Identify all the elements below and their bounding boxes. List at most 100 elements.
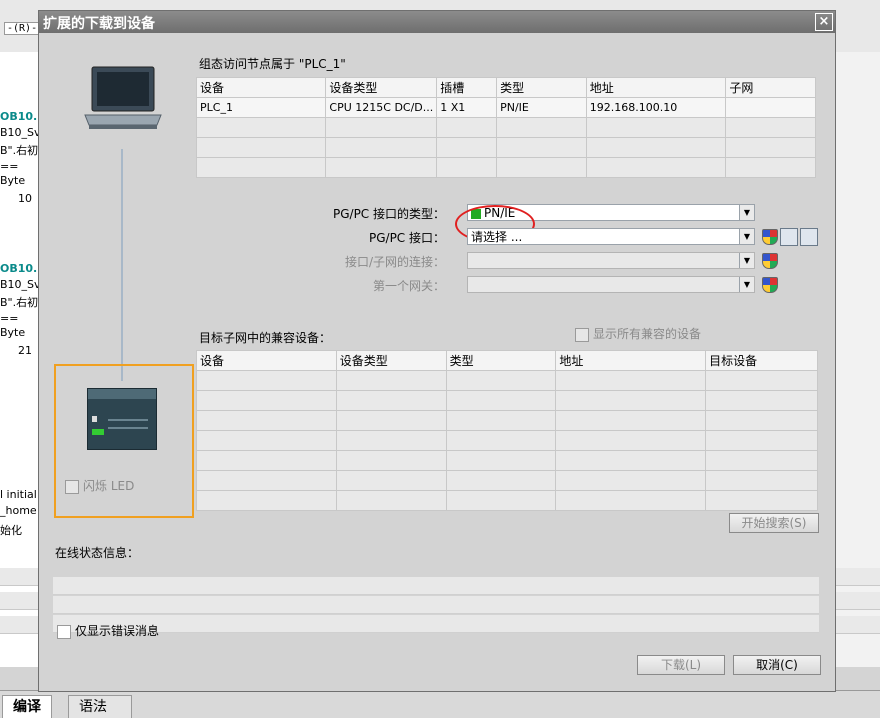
gateway-select[interactable]: ▼ [467,276,755,293]
chevron-down-icon: ▼ [739,229,754,244]
table-cell [335,430,447,451]
table-cell [445,470,557,491]
table-row[interactable] [196,470,818,491]
column-header[interactable]: 插槽 [436,77,498,98]
table-cell [196,450,337,471]
table-row[interactable] [196,490,818,511]
table-row[interactable] [196,370,818,391]
table-row[interactable] [195,117,816,138]
background-code-text: Byte [0,326,26,339]
column-header[interactable]: 类型 [496,77,587,98]
table-cell [335,390,447,411]
table-cell [705,410,818,431]
reset-coil-icon[interactable]: -(R)- [4,22,41,35]
node-table: 设备 设备类型 插槽 类型 地址 子网 PLC_1 CPU 1215C DC/D... 1 X… [195,77,816,178]
table-row[interactable] [196,430,818,451]
cancel-button[interactable]: 取消(C) [733,655,821,675]
pgpc-interface-value: 请选择 ... [471,230,523,244]
download-dialog: 扩展的下载到设备 × 闪烁 LED 组态访问节点属于 "PLC_1" 设备 设备类… [38,10,836,692]
column-header[interactable]: 设备类型 [325,77,438,98]
table-cell [725,117,816,138]
node-header: 组态访问节点属于 "PLC_1" [199,57,346,71]
column-header[interactable]: 目标设备 [705,350,818,371]
tab-syntax[interactable]: 语法 [68,695,132,718]
start-search-button[interactable]: 开始搜索(S) [729,513,819,533]
table-row[interactable] [195,157,816,178]
shield-icon[interactable] [762,277,778,293]
table-row[interactable] [196,450,818,471]
table-cell [335,450,447,471]
table-cell [196,490,337,511]
online-status-list [53,577,819,633]
shield-icon[interactable] [762,253,778,269]
column-header[interactable]: 地址 [585,77,727,98]
table-row[interactable] [195,137,816,158]
table-cell [705,390,818,411]
column-header[interactable]: 类型 [445,350,557,371]
table-cell [555,450,707,471]
table-row[interactable]: PLC_1 CPU 1215C DC/D... 1 X1 PN/IE 192.168.1… [195,97,816,118]
diagnostics-icon[interactable] [800,228,818,246]
column-header[interactable]: 设备类型 [335,350,447,371]
column-header[interactable]: 设备 [195,77,327,98]
background-code-text: B".右初 [0,144,39,157]
table-cell [725,157,816,178]
table-cell [196,390,337,411]
subnet-connection-select[interactable]: ▼ [467,252,755,269]
table-cell [445,370,557,391]
show-all-checkbox[interactable]: 显示所有兼容的设备 [575,325,701,342]
subnet-connection-label: 接口/子网的连接： [344,255,445,269]
table-cell [325,117,438,138]
table-cell [555,470,707,491]
close-button[interactable]: × [815,13,833,31]
table-row[interactable] [196,390,818,411]
shield-icon[interactable] [762,229,778,245]
table-cell [436,137,498,158]
table-cell [195,117,327,138]
table-cell [335,370,447,391]
flash-led-label: 闪烁 LED [83,479,135,493]
table-cell [555,390,707,411]
chevron-down-icon: ▼ [739,205,754,220]
table-cell: PN/IE [496,97,587,118]
target-subnet-header: 目标子网中的兼容设备： [199,331,332,345]
table-cell [705,450,818,471]
table-cell [195,157,327,178]
table-cell [196,430,337,451]
download-button[interactable]: 下载(L) [637,655,725,675]
status-row [53,577,819,595]
table-cell [705,430,818,451]
table-cell [445,390,557,411]
table-cell [196,370,337,391]
table-cell: PLC_1 [195,97,327,118]
table-row[interactable] [196,410,818,431]
table-cell [335,410,447,431]
table-cell [196,410,337,431]
table-cell [496,157,587,178]
background-code-text: _home [0,504,37,517]
table-cell [725,137,816,158]
table-cell: CPU 1215C DC/D... [325,97,438,118]
background-code-text: 始化 [0,524,22,537]
pgpc-interface-select[interactable]: 请选择 ... ▼ [467,228,755,245]
table-cell [496,137,587,158]
table-cell [196,470,337,491]
checkbox-box [575,327,589,342]
table-cell: 1 X1 [436,97,498,118]
tab-compile[interactable]: 编译 [2,695,52,718]
status-row [53,615,819,633]
properties-icon[interactable] [780,228,798,246]
table-cell [585,157,727,178]
table-cell [445,430,557,451]
table-cell [705,490,818,511]
table-cell [445,490,557,511]
flash-led-checkbox[interactable]: 闪烁 LED [65,477,134,494]
column-header[interactable]: 设备 [196,350,337,371]
only-errors-checkbox[interactable]: 仅显示错误消息 [57,622,159,639]
table-cell [725,97,816,118]
table-cell [555,490,707,511]
column-header[interactable]: 子网 [725,77,816,98]
column-header[interactable]: 地址 [555,350,707,371]
background-code-text: Byte [0,174,26,187]
table-cell: 192.168.100.10 [585,97,727,118]
